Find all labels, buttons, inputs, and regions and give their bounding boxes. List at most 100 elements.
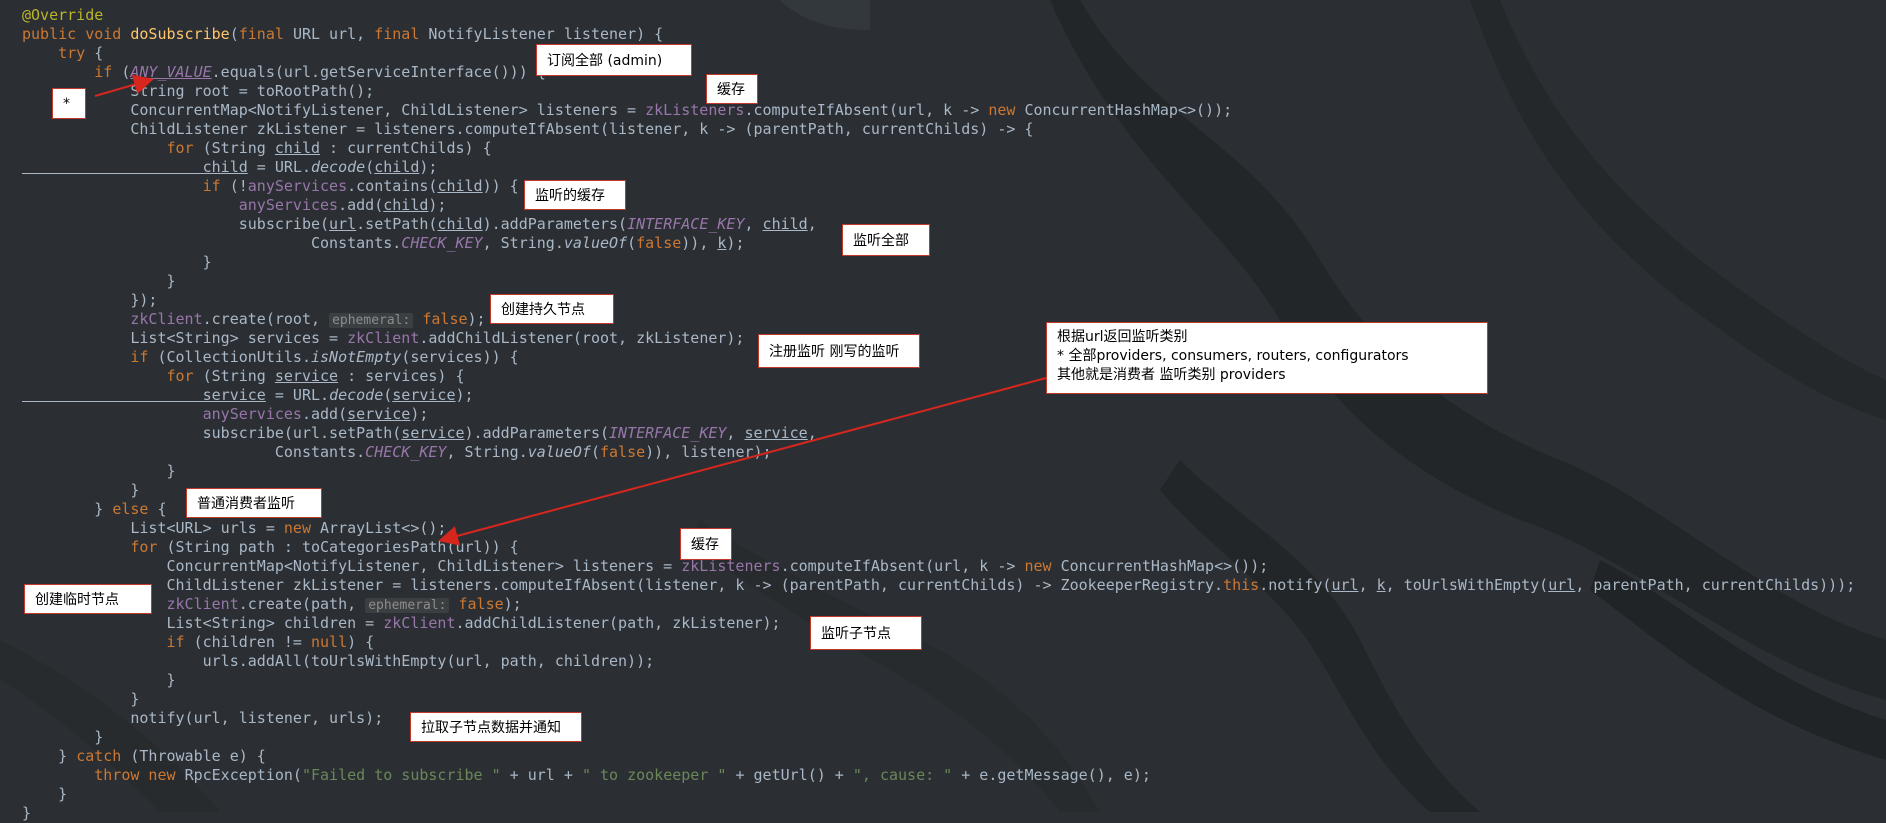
code-line[interactable]: } — [22, 253, 212, 272]
code-token: , toUrlsWithEmpty( — [1385, 576, 1549, 594]
code-token: ); — [410, 405, 429, 423]
code-token: CHECK_KEY — [401, 234, 483, 252]
code-token: url — [329, 215, 357, 233]
code-token: ); — [455, 386, 474, 404]
code-line[interactable]: anyServices.add(child); — [22, 196, 447, 215]
code-token: " to zookeeper " — [581, 766, 727, 784]
code-token: CHECK_KEY — [365, 443, 447, 461]
code-token: service — [347, 405, 411, 423]
code-line[interactable]: for (String path : toCategoriesPath(url)… — [22, 538, 518, 557]
code-token: , — [807, 215, 817, 233]
code-editor[interactable]: @Override public void doSubscribe(final U… — [0, 0, 1886, 822]
code-line[interactable]: if (CollectionUtils.isNotEmpty(services)… — [22, 348, 518, 367]
code-line[interactable]: } else { — [22, 500, 167, 519]
code-token: )), — [681, 234, 718, 252]
code-line[interactable]: notify(url, listener, urls); — [22, 709, 383, 728]
code-line[interactable]: Constants.CHECK_KEY, String.valueOf(fals… — [22, 443, 772, 462]
code-token: final — [238, 25, 293, 43]
callout-cache-2-text: 缓存 — [691, 537, 719, 553]
callout-cache-1: 缓存 — [706, 74, 758, 104]
code-token: false — [636, 234, 682, 252]
code-line[interactable]: for (String child : currentChilds) { — [22, 139, 491, 158]
code-line[interactable]: } — [22, 804, 31, 823]
code-line[interactable]: } — [22, 671, 175, 690]
callout-create-persistent: 创建持久节点 — [490, 294, 614, 324]
callout-star-text: * — [63, 95, 70, 112]
callout-listen-children-text: 监听子节点 — [821, 626, 891, 642]
callout-category-line3: 其他就是消费者 监听类别 providers — [1057, 367, 1286, 383]
code-line[interactable]: if (!anyServices.contains(child)) { — [22, 177, 519, 196]
code-token: List<URL> urls = — [22, 519, 284, 537]
code-token: notify(url, listener, urls); — [22, 709, 384, 727]
callout-register-listener: 注册监听 刚写的监听 — [758, 334, 920, 368]
code-token: }); — [22, 291, 158, 309]
code-token: } — [22, 500, 113, 518]
code-token: ephemeral: — [329, 313, 414, 328]
code-token: } — [22, 253, 212, 271]
code-line[interactable]: List<String> children = zkClient.addChil… — [22, 614, 780, 633]
code-token: child — [762, 215, 808, 233]
code-token: , — [744, 215, 763, 233]
code-line[interactable]: try { — [22, 44, 103, 63]
code-token: service — [401, 424, 465, 442]
code-line[interactable]: }); — [22, 291, 157, 310]
code-line[interactable]: } — [22, 785, 67, 804]
code-token: child — [274, 139, 321, 157]
callout-category-line1: 根据url返回监听类别 — [1057, 329, 1188, 345]
code-token: } — [22, 690, 140, 708]
code-token: subscribe(url.setPath( — [22, 424, 402, 442]
code-token: ); — [726, 234, 745, 252]
code-line[interactable]: ChildListener zkListener = listeners.com… — [22, 120, 1033, 139]
callout-category: 根据url返回监听类别 * 全部providers, consumers, ro… — [1046, 322, 1488, 394]
code-line[interactable]: List<URL> urls = new ArrayList<>(); — [22, 519, 446, 538]
code-token: doSubscribe — [130, 25, 230, 43]
code-line[interactable]: @Override — [22, 6, 103, 25]
code-token: )), listener); — [645, 443, 772, 461]
code-token: service — [274, 367, 339, 385]
code-token: } — [22, 728, 104, 746]
code-token: (children != — [193, 633, 311, 651]
code-token: { — [157, 500, 167, 518]
code-line[interactable]: List<String> services = zkClient.addChil… — [22, 329, 744, 348]
code-line[interactable]: } — [22, 690, 139, 709]
code-token: Constants. — [22, 443, 366, 461]
code-token: .create(path, — [238, 595, 366, 613]
code-line[interactable]: if (children != null) { — [22, 633, 374, 652]
code-line[interactable]: if (ANY_VALUE.equals(url.getServiceInter… — [22, 63, 546, 82]
code-token: false — [449, 595, 504, 613]
code-token: , parentPath, currentChilds))); — [1575, 576, 1856, 594]
code-line[interactable]: ConcurrentMap<NotifyListener, ChildListe… — [22, 101, 1232, 120]
callout-create-ephemeral: 创建临时节点 — [24, 584, 152, 614]
code-line[interactable]: child = URL.decode(child); — [22, 158, 438, 177]
code-token: decode — [329, 386, 384, 404]
code-token: ConcurrentHashMap<>()); — [1024, 101, 1233, 119]
code-line[interactable]: } — [22, 272, 175, 291]
code-line[interactable]: zkClient.create(root, ephemeral: false); — [22, 310, 486, 329]
code-line[interactable]: subscribe(url.setPath(service).addParame… — [22, 424, 817, 443]
code-line[interactable]: } catch (Throwable e) { — [22, 747, 266, 766]
code-token: service — [22, 386, 266, 404]
code-token: zkClient — [22, 310, 203, 328]
code-token: if — [22, 348, 158, 366]
code-token: .computeIfAbsent(url, k -> — [744, 101, 989, 119]
code-line[interactable]: anyServices.add(service); — [22, 405, 429, 424]
code-token: throw new — [22, 766, 185, 784]
code-line[interactable]: ConcurrentMap<NotifyListener, ChildListe… — [22, 557, 1268, 576]
code-line[interactable]: for (String service : services) { — [22, 367, 464, 386]
code-token: NotifyListener listener) { — [428, 25, 664, 43]
code-line[interactable]: throw new RpcException("Failed to subscr… — [22, 766, 1151, 785]
code-token: try — [22, 44, 95, 62]
code-line[interactable]: service = URL.decode(service); — [22, 386, 474, 405]
code-line[interactable]: public void doSubscribe(final URL url, f… — [22, 25, 663, 44]
code-line[interactable]: } — [22, 481, 139, 500]
callout-listen-children: 监听子节点 — [810, 616, 922, 650]
code-line[interactable]: ChildListener zkListener = listeners.com… — [22, 576, 1855, 595]
code-line[interactable]: } — [22, 728, 103, 747]
code-token: false — [599, 443, 646, 461]
code-line[interactable]: urls.addAll(toUrlsWithEmpty(url, path, c… — [22, 652, 655, 671]
code-token: new — [988, 101, 1025, 119]
code-line[interactable]: } — [22, 462, 175, 481]
code-token: , — [1358, 576, 1377, 594]
code-line[interactable]: Constants.CHECK_KEY, String.valueOf(fals… — [22, 234, 745, 253]
code-line[interactable]: subscribe(url.setPath(child).addParamete… — [22, 215, 817, 234]
